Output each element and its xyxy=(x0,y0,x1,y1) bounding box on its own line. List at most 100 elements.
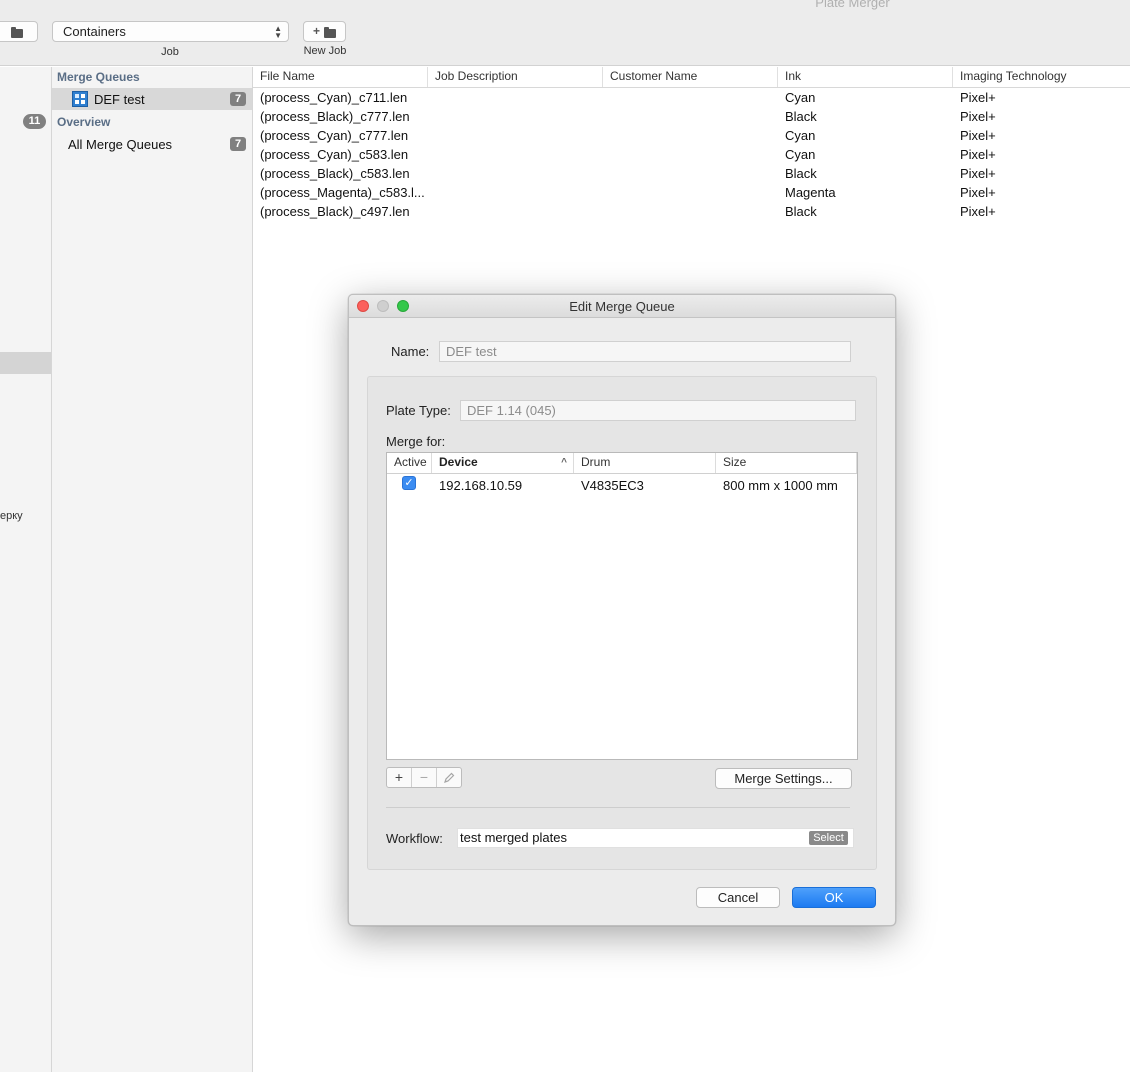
customer-name-cell xyxy=(603,202,778,221)
table-row[interactable]: (process_Black)_c497.len Black Pixel+ xyxy=(253,202,1130,221)
job-description-cell xyxy=(428,145,603,164)
job-description-cell xyxy=(428,88,603,107)
imaging-technology-cell: Pixel+ xyxy=(960,185,996,200)
toolbar: Plate Merger Containers ▲ ▼ Job + New Job xyxy=(0,0,1130,66)
sidebar-item-def-test[interactable]: DEF test 7 xyxy=(52,88,252,110)
customer-name-cell xyxy=(603,183,778,202)
column-header-drum[interactable]: Drum xyxy=(574,453,716,473)
column-header-imaging-technology[interactable]: Imaging Technology xyxy=(953,67,1130,87)
select-workflow-button[interactable]: Select xyxy=(809,831,848,845)
table-row[interactable]: (process_Cyan)_c583.len Cyan Pixel+ xyxy=(253,145,1130,164)
overview-header: Overview xyxy=(57,115,111,129)
count-badge: 7 xyxy=(230,137,246,151)
customer-name-cell xyxy=(603,164,778,183)
column-header-device[interactable]: Device ^ xyxy=(432,453,574,473)
edit-button[interactable] xyxy=(437,768,461,787)
selected-row[interactable] xyxy=(0,352,51,374)
name-label: Name: xyxy=(391,344,430,359)
ink-cell: Magenta xyxy=(785,185,836,200)
job-select-value: Containers xyxy=(63,24,126,39)
imaging-technology-cell: Pixel+ xyxy=(960,109,996,124)
folder-icon xyxy=(11,27,23,38)
table-row[interactable]: (process_Magenta)_c583.l... Magenta Pixe… xyxy=(253,183,1130,202)
column-header-file-name[interactable]: File Name xyxy=(253,67,428,87)
sidebar: Merge Queues DEF test 7 Overview All Mer… xyxy=(52,67,253,1072)
workflow-field[interactable]: test merged plates Select xyxy=(457,828,854,848)
customer-name-cell xyxy=(603,126,778,145)
merge-queue-icon xyxy=(72,91,88,107)
plate-merger-window: Plate Merger Containers ▲ ▼ Job + New Job… xyxy=(0,0,1130,1072)
imaging-technology-cell: Pixel+ xyxy=(960,90,996,105)
active-checkbox[interactable]: ✓ xyxy=(402,476,416,490)
file-name-cell: (process_Black)_c497.len xyxy=(260,204,410,219)
column-header-size[interactable]: Size xyxy=(716,453,857,473)
plus-icon: + xyxy=(313,24,321,38)
column-header-ink[interactable]: Ink xyxy=(778,67,953,87)
file-name-cell: (process_Magenta)_c583.l... xyxy=(260,185,425,200)
remove-button[interactable]: − xyxy=(412,768,437,787)
file-name-cell: (process_Cyan)_c583.len xyxy=(260,147,409,162)
file-name-cell: (process_Cyan)_c777.len xyxy=(260,128,409,143)
imaging-technology-cell: Pixel+ xyxy=(960,147,996,162)
plate-settings-group: Plate Type: DEF 1.14 (045) Merge for: Ac… xyxy=(367,376,877,870)
job-description-cell xyxy=(428,164,603,183)
ink-cell: Cyan xyxy=(785,128,816,143)
table-row[interactable]: (process_Cyan)_c777.len Cyan Pixel+ xyxy=(253,126,1130,145)
plate-type-label: Plate Type: xyxy=(386,403,451,418)
file-name-cell: (process_Black)_c777.len xyxy=(260,109,410,124)
cancel-button[interactable]: Cancel xyxy=(696,887,780,908)
dialog-title: Edit Merge Queue xyxy=(569,299,675,314)
new-job-button[interactable]: + xyxy=(303,21,346,42)
folder-button[interactable] xyxy=(0,21,38,42)
table-header: Active Device ^ Drum Size xyxy=(387,453,857,474)
ink-cell: Black xyxy=(785,109,817,124)
table-row[interactable]: (process_Cyan)_c711.len Cyan Pixel+ xyxy=(253,88,1130,107)
job-select[interactable]: Containers ▲ ▼ xyxy=(52,21,289,42)
ink-cell: Black xyxy=(785,166,817,181)
pencil-icon xyxy=(444,772,455,783)
job-description-cell xyxy=(428,107,603,126)
sort-ascending-icon: ^ xyxy=(561,457,567,468)
ok-button[interactable]: OK xyxy=(792,887,876,908)
window-title: Plate Merger xyxy=(815,0,890,10)
job-description-cell xyxy=(428,126,603,145)
size-cell: 800 mm x 1000 mm xyxy=(723,478,838,493)
job-label: Job xyxy=(161,46,179,58)
customer-name-cell xyxy=(603,88,778,107)
workflow-label: Workflow: xyxy=(386,831,443,846)
imaging-technology-cell: Pixel+ xyxy=(960,128,996,143)
column-header-device-label: Device xyxy=(439,455,478,469)
drum-cell: V4835EC3 xyxy=(581,478,644,493)
edit-merge-queue-dialog: Edit Merge Queue Name: DEF test Plate Ty… xyxy=(348,294,896,926)
workflow-value: test merged plates xyxy=(460,830,567,845)
column-header-active[interactable]: Active xyxy=(387,453,432,473)
plate-type-field: DEF 1.14 (045) xyxy=(460,400,856,421)
merge-for-label: Merge for: xyxy=(386,434,446,449)
divider xyxy=(386,807,850,808)
table-row[interactable]: (process_Black)_c583.len Black Pixel+ xyxy=(253,164,1130,183)
column-header-customer-name[interactable]: Customer Name xyxy=(603,67,778,87)
count-badge: 7 xyxy=(230,92,246,106)
left-panel: 11 ерку xyxy=(0,67,52,1072)
file-name-cell: (process_Cyan)_c711.len xyxy=(260,90,408,105)
select-arrows-icon: ▲ ▼ xyxy=(274,24,282,40)
customer-name-cell xyxy=(603,107,778,126)
job-description-cell xyxy=(428,202,603,221)
count-badge: 11 xyxy=(23,114,46,129)
folder-icon xyxy=(324,27,336,38)
customer-name-cell xyxy=(603,145,778,164)
table-edit-controls: + − xyxy=(386,767,462,788)
job-description-cell xyxy=(428,183,603,202)
name-field[interactable]: DEF test xyxy=(439,341,851,362)
imaging-technology-cell: Pixel+ xyxy=(960,204,996,219)
column-header-job-description[interactable]: Job Description xyxy=(428,67,603,87)
table-row[interactable]: (process_Black)_c777.len Black Pixel+ xyxy=(253,107,1130,126)
device-cell: 192.168.10.59 xyxy=(439,478,523,493)
sidebar-item-all-merge-queues[interactable]: All Merge Queues 7 xyxy=(52,133,252,155)
dialog-titlebar: Edit Merge Queue xyxy=(349,295,895,318)
merge-settings-button[interactable]: Merge Settings... xyxy=(715,768,852,789)
sidebar-item-label: DEF test xyxy=(94,92,145,107)
add-button[interactable]: + xyxy=(387,768,412,787)
imaging-technology-cell: Pixel+ xyxy=(960,166,996,181)
table-header: File Name Job Description Customer Name … xyxy=(253,67,1130,88)
